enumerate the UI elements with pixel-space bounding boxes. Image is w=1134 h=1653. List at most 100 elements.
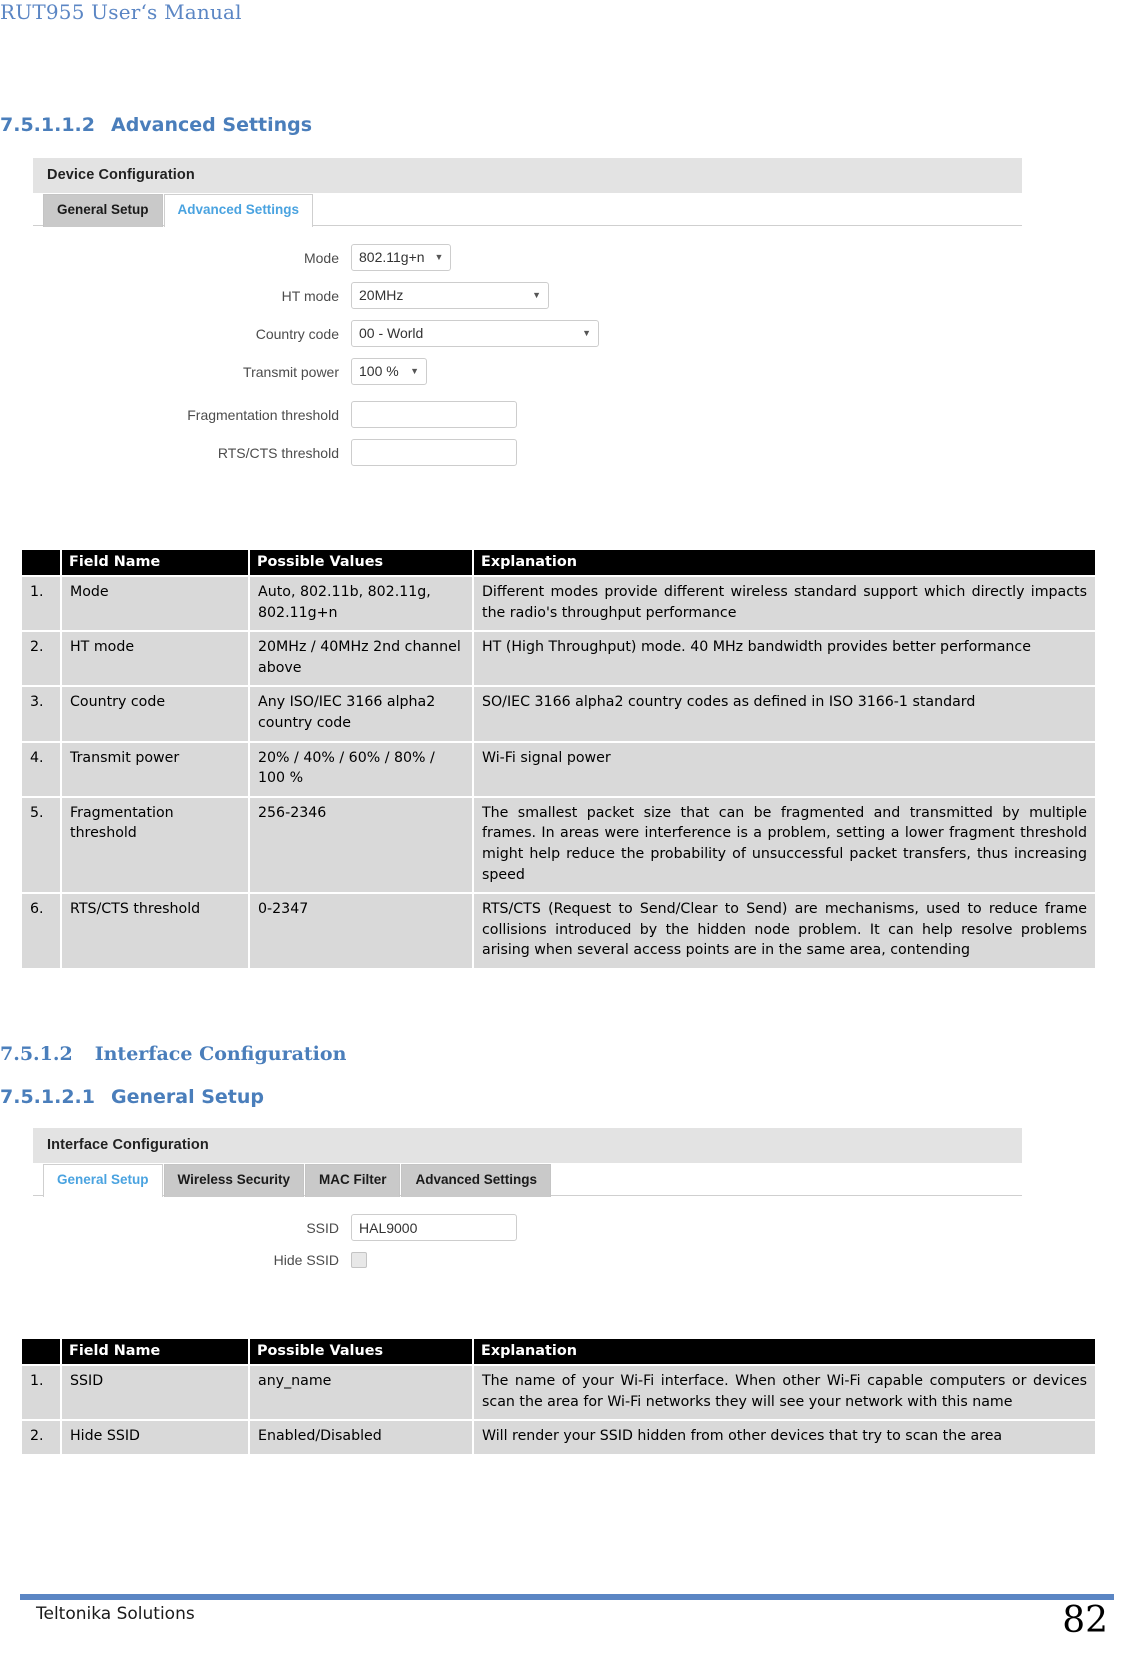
tab-wireless-security[interactable]: Wireless Security: [163, 1164, 304, 1197]
row-number: 2.: [22, 632, 60, 686]
mode-select[interactable]: 802.11g+n ▼: [351, 244, 451, 271]
column-header-explanation: Explanation: [474, 550, 1095, 575]
table-row: 4. Transmit power 20% / 40% / 60% / 80% …: [22, 742, 1095, 796]
row-number: 6.: [22, 894, 60, 968]
chevron-down-icon: ▼: [410, 365, 419, 376]
interface-configuration-tabstrip: General Setup Wireless Security MAC Filter…: [33, 1163, 1022, 1197]
form-row-hide-ssid: Hide SSID: [33, 1252, 1022, 1268]
interface-configuration-widget: Interface Configuration General Setup Wir…: [33, 1128, 1022, 1284]
ht-mode-select[interactable]: 20MHz ▼: [351, 282, 549, 309]
rts-cts-threshold-input[interactable]: [351, 439, 517, 466]
ht-mode-select-value: 20MHz: [359, 287, 404, 303]
form-row-fragmentation-threshold: Fragmentation threshold: [33, 401, 1022, 428]
interface-configuration-form: SSID HAL9000 Hide SSID: [33, 1196, 1022, 1284]
row-field-name: SSID: [62, 1366, 248, 1420]
form-row-country-code: Country code 00 - World ▼: [33, 320, 1022, 347]
hide-ssid-checkbox[interactable]: [351, 1252, 367, 1268]
ssid-value: HAL9000: [359, 1219, 418, 1236]
mode-label: Mode: [303, 249, 339, 266]
row-field-name: Transmit power: [62, 742, 248, 796]
advanced-settings-table: Field Name Possible Values Explanation 1…: [20, 548, 1097, 970]
row-possible-values: 0-2347: [250, 894, 472, 968]
page-number: 82: [1062, 1600, 1108, 1641]
heading-advanced-settings-number: 7.5.1.1.2: [0, 114, 95, 136]
row-number: 4.: [22, 742, 60, 796]
column-header-number: [22, 1339, 60, 1364]
row-field-name: Fragmentation threshold: [62, 797, 248, 893]
transmit-power-select[interactable]: 100 % ▼: [351, 358, 427, 385]
mode-select-value: 802.11g+n: [359, 249, 425, 265]
row-number: 1.: [22, 1366, 60, 1420]
row-possible-values: 256-2346: [250, 797, 472, 893]
heading-general-setup-text: General Setup: [110, 1086, 264, 1108]
device-configuration-title: Device Configuration: [33, 158, 1022, 193]
tab-general-setup[interactable]: General Setup: [43, 194, 163, 227]
tab-advanced-settings[interactable]: Advanced Settings: [401, 1164, 551, 1197]
ssid-label: SSID: [306, 1219, 339, 1236]
row-explanation: Will render your SSID hidden from other …: [474, 1421, 1095, 1454]
row-possible-values: Enabled/Disabled: [250, 1421, 472, 1454]
hide-ssid-label: Hide SSID: [273, 1252, 339, 1268]
column-header-explanation: Explanation: [474, 1339, 1095, 1364]
table-row: 2. HT mode 20MHz / 40MHz 2nd channel abo…: [22, 632, 1095, 686]
table-header-row: Field Name Possible Values Explanation: [22, 1339, 1095, 1364]
form-row-mode: Mode 802.11g+n ▼: [33, 244, 1022, 271]
heading-advanced-settings-text: Advanced Settings: [110, 114, 313, 136]
device-configuration-form: Mode 802.11g+n ▼ HT mode 20MHz ▼ Country…: [33, 226, 1022, 482]
row-field-name: Country code: [62, 687, 248, 741]
row-possible-values: 20% / 40% / 60% / 80% / 100 %: [250, 742, 472, 796]
row-field-name: Mode: [62, 577, 248, 631]
table-header-row: Field Name Possible Values Explanation: [22, 550, 1095, 575]
tab-general-setup[interactable]: General Setup: [43, 1164, 163, 1197]
footer-divider: [20, 1594, 1114, 1600]
table-row: 6. RTS/CTS threshold 0-2347 RTS/CTS (Req…: [22, 894, 1095, 968]
row-number: 3.: [22, 687, 60, 741]
heading-interface-configuration-number: 7.5.1.2: [0, 1043, 73, 1065]
table-row: 3. Country code Any ISO/IEC 3166 alpha2 …: [22, 687, 1095, 741]
row-number: 5.: [22, 797, 60, 893]
column-header-possible-values: Possible Values: [250, 1339, 472, 1364]
table-row: 2. Hide SSID Enabled/Disabled Will rende…: [22, 1421, 1095, 1454]
country-code-select-value: 00 - World: [359, 325, 424, 341]
row-field-name: RTS/CTS threshold: [62, 894, 248, 968]
chevron-down-icon: ▼: [532, 289, 541, 300]
device-configuration-widget: Device Configuration General Setup Advanc…: [33, 158, 1022, 482]
interface-configuration-title: Interface Configuration: [33, 1128, 1022, 1163]
heading-interface-configuration-text: Interface Configuration: [94, 1043, 347, 1065]
document-running-header: RUT955 User‘s Manual: [0, 0, 242, 24]
row-explanation: SO/IEC 3166 alpha2 country codes as defi…: [474, 687, 1095, 741]
form-row-rts-cts-threshold: RTS/CTS threshold: [33, 439, 1022, 466]
tab-mac-filter[interactable]: MAC Filter: [304, 1164, 401, 1197]
row-number: 2.: [22, 1421, 60, 1454]
country-code-select[interactable]: 00 - World ▼: [351, 320, 599, 347]
row-explanation: Different modes provide different wirele…: [474, 577, 1095, 631]
column-header-number: [22, 550, 60, 575]
row-explanation: HT (High Throughput) mode. 40 MHz bandwi…: [474, 632, 1095, 686]
ssid-input[interactable]: HAL9000: [351, 1214, 517, 1241]
table-row: 1. SSID any_name The name of your Wi-Fi …: [22, 1366, 1095, 1420]
row-number: 1.: [22, 577, 60, 631]
table-row: 5. Fragmentation threshold 256-2346 The …: [22, 797, 1095, 893]
general-setup-table: Field Name Possible Values Explanation 1…: [20, 1337, 1097, 1456]
row-field-name: Hide SSID: [62, 1421, 248, 1454]
row-explanation: Wi-Fi signal power: [474, 742, 1095, 796]
column-header-field-name: Field Name: [62, 1339, 248, 1364]
footer-company-name: Teltonika Solutions: [36, 1604, 195, 1624]
row-explanation: The smallest packet size that can be fra…: [474, 797, 1095, 893]
form-row-ssid: SSID HAL9000: [33, 1214, 1022, 1241]
tab-advanced-settings[interactable]: Advanced Settings: [163, 194, 314, 227]
rts-cts-threshold-label: RTS/CTS threshold: [217, 444, 339, 461]
heading-general-setup-number: 7.5.1.2.1: [0, 1086, 95, 1108]
row-possible-values: any_name: [250, 1366, 472, 1420]
row-explanation: RTS/CTS (Request to Send/Clear to Send) …: [474, 894, 1095, 968]
column-header-field-name: Field Name: [62, 550, 248, 575]
heading-general-setup: 7.5.1.2.1 General Setup: [0, 1086, 264, 1108]
ht-mode-label: HT mode: [281, 287, 339, 304]
table-row: 1. Mode Auto, 802.11b, 802.11g, 802.11g+…: [22, 577, 1095, 631]
row-possible-values: Any ISO/IEC 3166 alpha2 country code: [250, 687, 472, 741]
transmit-power-label: Transmit power: [243, 363, 339, 380]
fragmentation-threshold-label: Fragmentation threshold: [187, 406, 339, 423]
row-possible-values: 20MHz / 40MHz 2nd channel above: [250, 632, 472, 686]
fragmentation-threshold-input[interactable]: [351, 401, 517, 428]
transmit-power-select-value: 100 %: [359, 363, 399, 379]
